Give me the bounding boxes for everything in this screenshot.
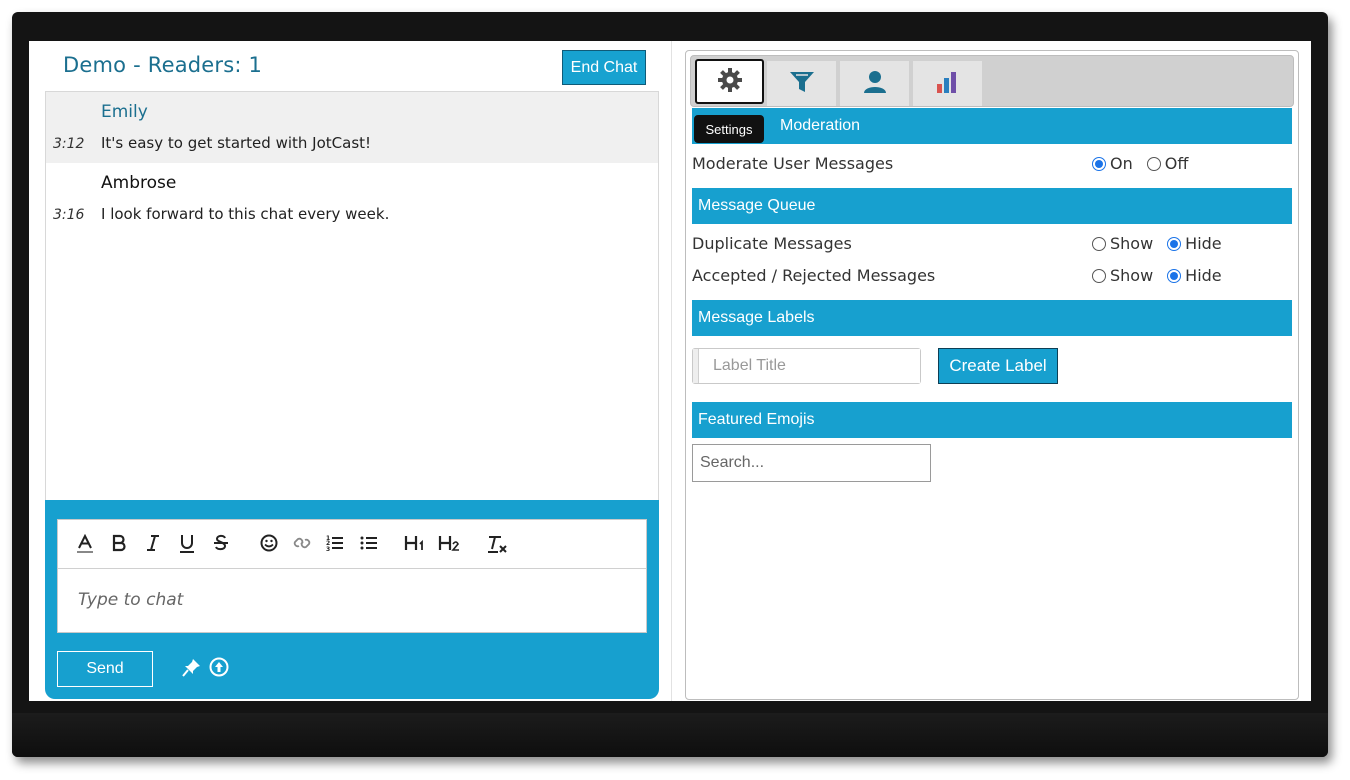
chat-panel: Demo - Readers: 1 End Chat Emily 3:12 It… xyxy=(29,41,672,701)
tab-stats[interactable] xyxy=(913,61,982,106)
settings-panel: Settings Moderation Moderate User Messag… xyxy=(685,50,1299,700)
label-title-input[interactable] xyxy=(699,349,920,383)
heading-1-icon[interactable] xyxy=(404,534,426,552)
emoji-search-input[interactable] xyxy=(692,444,931,482)
accepted-rejected-label: Accepted / Rejected Messages xyxy=(692,266,936,285)
tab-settings[interactable] xyxy=(695,59,764,104)
radio-dot xyxy=(1092,268,1106,283)
radio-dot xyxy=(1167,236,1182,251)
message-labels-title: Message Labels xyxy=(698,309,815,326)
message-queue-header: Message Queue xyxy=(692,188,1292,224)
chat-composer: 123 Type to chat Send xyxy=(45,500,659,699)
message-list[interactable]: Emily 3:12 It's easy to get started with… xyxy=(45,91,659,501)
message-time: 3:12 xyxy=(53,136,85,152)
rich-text-editor[interactable]: 123 Type to chat xyxy=(57,519,647,633)
chat-header: Demo - Readers: 1 End Chat xyxy=(29,41,672,91)
message-labels-header: Message Labels xyxy=(692,300,1292,336)
heading-2-icon[interactable] xyxy=(438,534,460,552)
strikethrough-icon[interactable] xyxy=(210,534,232,552)
message-queue-title: Message Queue xyxy=(698,197,816,214)
radio-label: Off xyxy=(1164,154,1189,173)
duplicate-messages-label: Duplicate Messages xyxy=(692,234,852,253)
svg-text:3: 3 xyxy=(326,546,330,552)
bar-chart-icon xyxy=(934,69,962,99)
radio-hide[interactable]: Hide xyxy=(1167,234,1222,253)
create-label-button[interactable]: Create Label xyxy=(938,348,1058,384)
duplicate-messages-radio: Show Hide xyxy=(1092,234,1236,253)
tab-users[interactable] xyxy=(840,61,909,106)
featured-emojis-title: Featured Emojis xyxy=(698,411,815,428)
filter-icon xyxy=(788,69,816,99)
accepted-rejected-radio: Show Hide xyxy=(1092,266,1236,285)
end-chat-button[interactable]: End Chat xyxy=(562,50,646,85)
clear-format-icon[interactable] xyxy=(486,534,508,554)
chat-title: Demo - Readers: 1 xyxy=(63,53,263,77)
message-author: Ambrose xyxy=(101,173,177,193)
message-author: Emily xyxy=(101,102,148,122)
app-screen: Demo - Readers: 1 End Chat Emily 3:12 It… xyxy=(29,41,1311,701)
emoji-icon[interactable] xyxy=(258,534,280,552)
radio-on[interactable]: On xyxy=(1092,154,1133,173)
radio-dot xyxy=(1167,268,1182,283)
upload-icon[interactable] xyxy=(209,657,229,677)
chat-input[interactable]: Type to chat xyxy=(78,590,183,610)
moderation-header: Moderation xyxy=(692,108,1292,144)
moderate-user-messages-radio: On Off xyxy=(1092,154,1202,173)
text-color-icon[interactable] xyxy=(74,534,96,554)
radio-label: Show xyxy=(1110,234,1154,253)
featured-emojis-header: Featured Emojis xyxy=(692,402,1292,438)
editor-toolbar: 123 xyxy=(58,520,646,569)
moderate-user-messages-label: Moderate User Messages xyxy=(692,154,894,173)
chat-message[interactable]: Emily 3:12 It's easy to get started with… xyxy=(46,92,658,163)
bold-icon[interactable] xyxy=(108,534,130,552)
radio-show[interactable]: Show xyxy=(1092,266,1153,285)
label-input-group xyxy=(692,348,921,384)
pin-icon[interactable] xyxy=(182,657,202,677)
bullet-list-icon[interactable] xyxy=(358,534,380,552)
send-button[interactable]: Send xyxy=(57,651,153,687)
message-text: I look forward to this chat every week. xyxy=(101,205,390,223)
tab-filter[interactable] xyxy=(767,61,836,106)
underline-icon[interactable] xyxy=(176,534,198,554)
radio-label: Hide xyxy=(1185,266,1222,285)
chat-message[interactable]: Ambrose 3:16 I look forward to this chat… xyxy=(46,163,658,234)
radio-dot xyxy=(1092,236,1106,251)
message-text: It's easy to get started with JotCast! xyxy=(101,134,372,152)
radio-label: Hide xyxy=(1185,234,1222,253)
radio-off[interactable]: Off xyxy=(1146,154,1189,173)
settings-tooltip: Settings xyxy=(694,115,764,143)
radio-dot xyxy=(1146,156,1161,171)
radio-hide[interactable]: Hide xyxy=(1167,266,1222,285)
message-time: 3:16 xyxy=(53,207,85,223)
gear-icon xyxy=(717,67,743,97)
italic-icon[interactable] xyxy=(142,534,164,552)
radio-dot xyxy=(1092,156,1106,171)
radio-show[interactable]: Show xyxy=(1092,234,1153,253)
user-icon xyxy=(862,69,888,99)
radio-label: Show xyxy=(1110,266,1154,285)
radio-label: On xyxy=(1110,154,1133,173)
device-bezel xyxy=(12,713,1328,757)
link-icon[interactable] xyxy=(291,534,313,552)
ordered-list-icon[interactable]: 123 xyxy=(324,534,346,552)
settings-tabbar xyxy=(690,55,1294,107)
